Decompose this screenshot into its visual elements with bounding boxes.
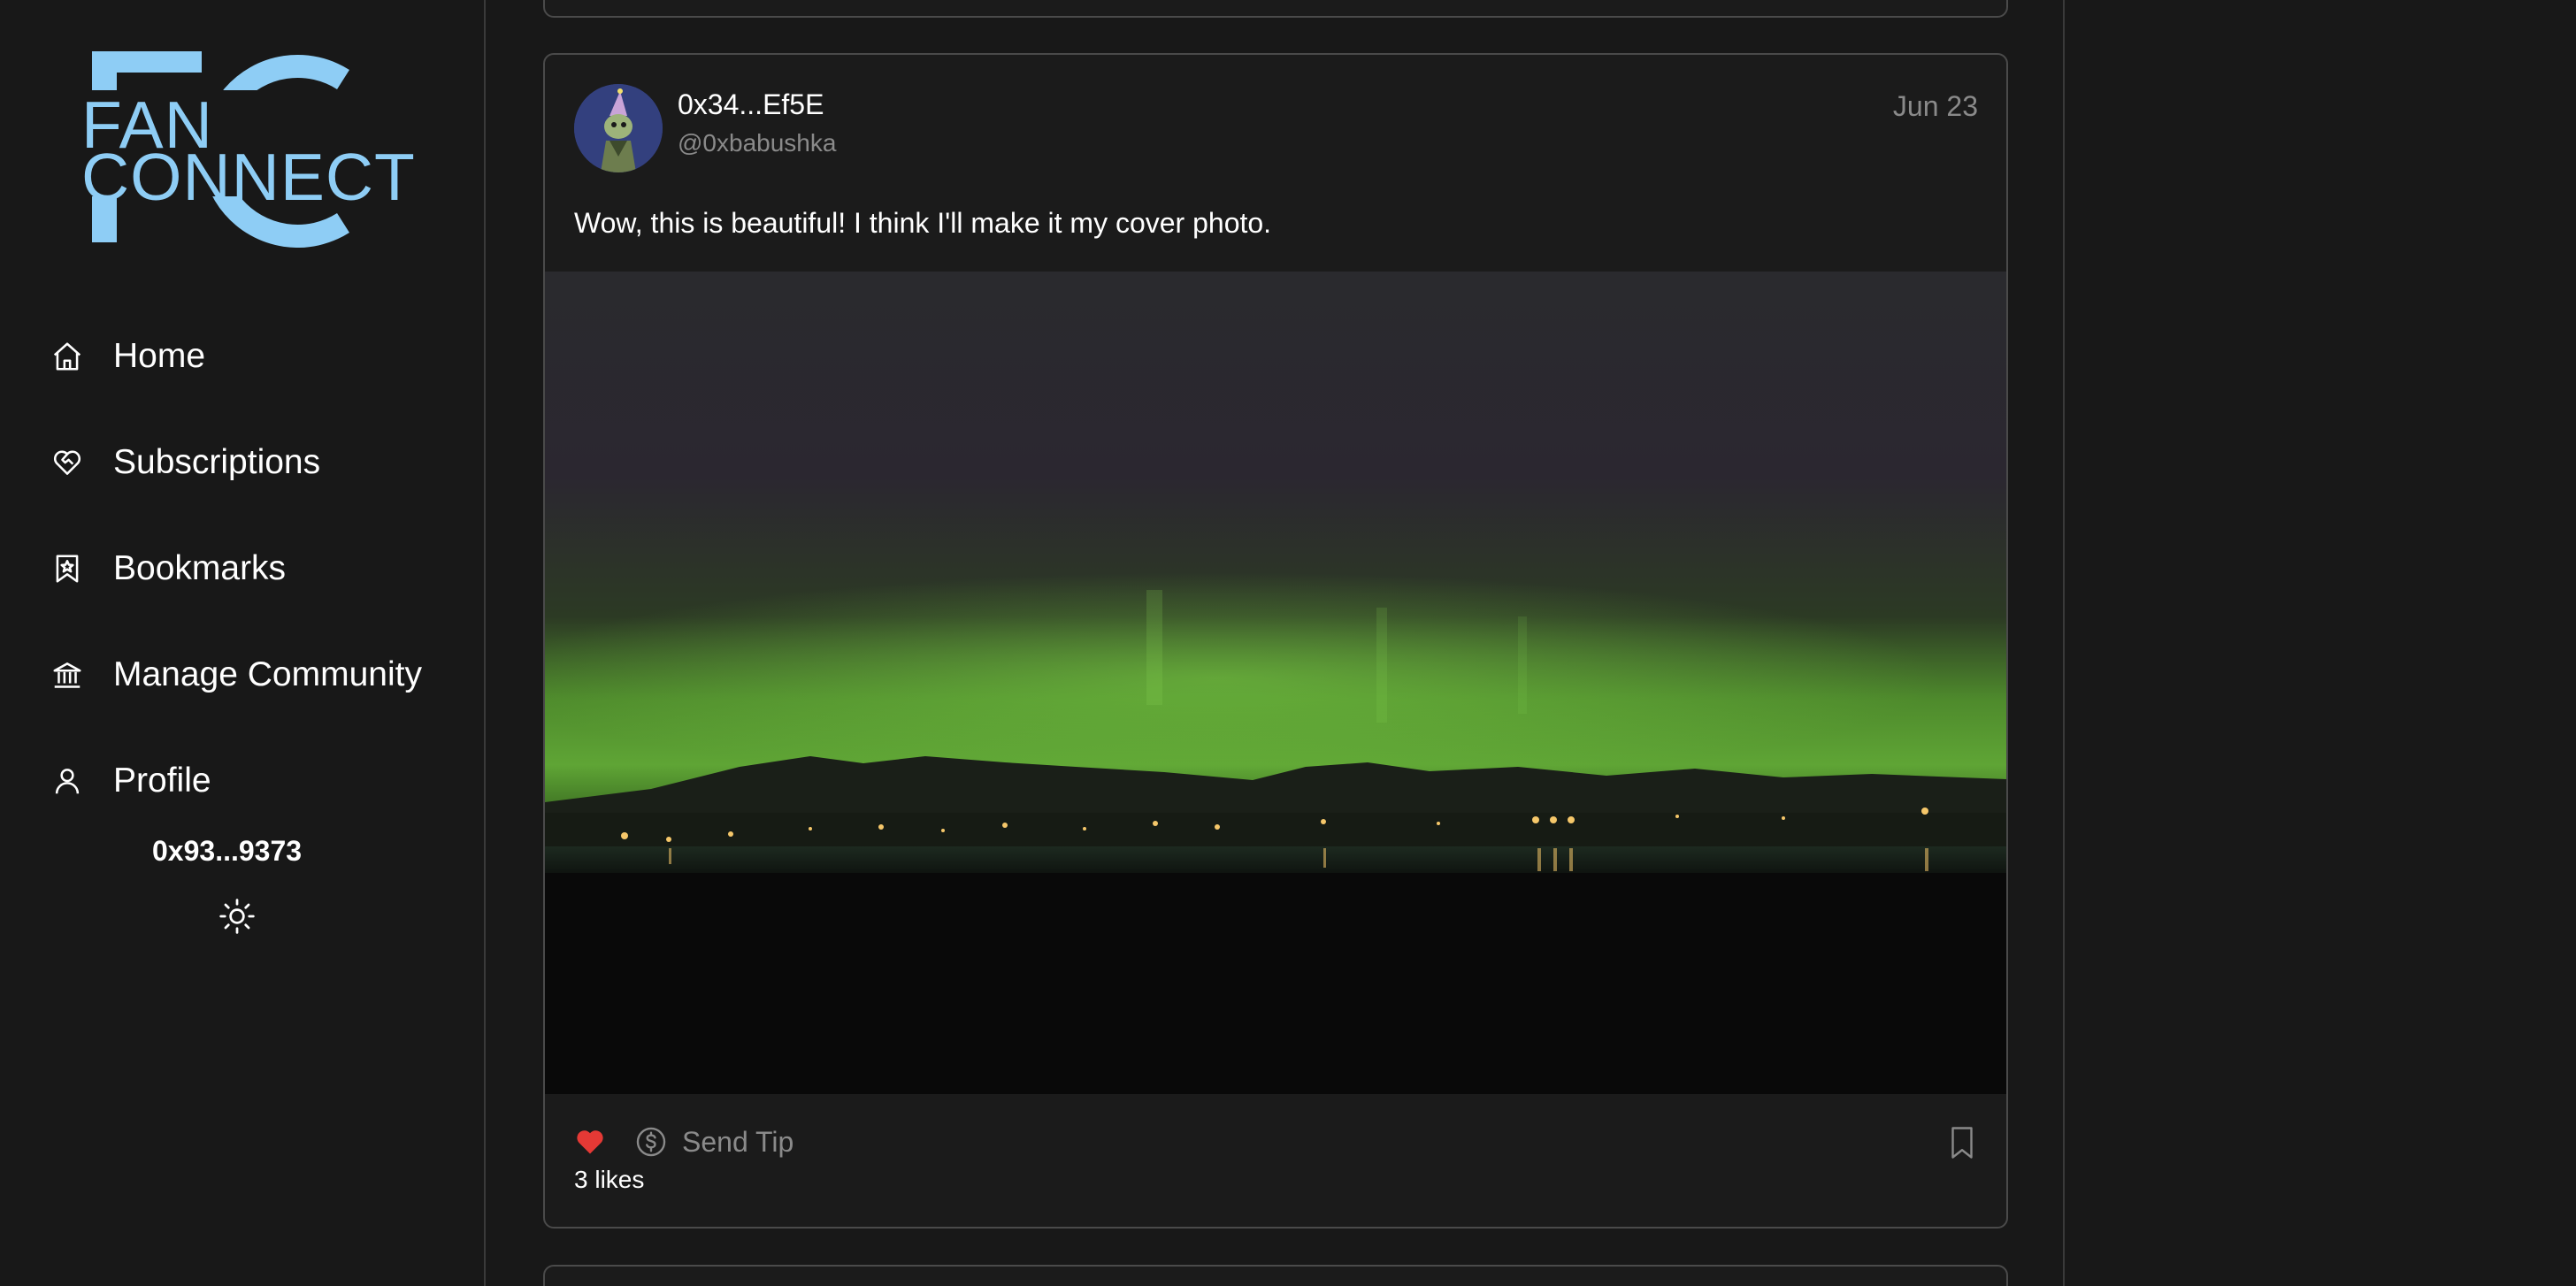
post-text: Wow, this is beautiful! I think I'll mak… (574, 207, 1272, 239)
sidebar-item-subscriptions[interactable]: Subscriptions (50, 434, 320, 491)
app-logo[interactable]: FAN CONNECT (78, 50, 415, 248)
send-tip-button[interactable]: Send Tip (634, 1125, 794, 1159)
post-author-handle[interactable]: @0xbabushka (678, 129, 836, 157)
sidebar-item-profile[interactable]: Profile (50, 753, 211, 809)
sidebar-item-label: Subscriptions (113, 443, 321, 481)
home-icon (50, 339, 85, 374)
like-heart-icon[interactable] (574, 1126, 606, 1158)
logo-text-connect: CONNECT (81, 140, 416, 214)
post-author-name[interactable]: 0x34...Ef5E (678, 88, 824, 121)
previous-post-card[interactable] (543, 0, 2008, 18)
next-post-card[interactable] (543, 1265, 2008, 1286)
sidebar-item-label: Bookmarks (113, 549, 287, 587)
bank-icon (50, 657, 85, 693)
post-actions: Send Tip (574, 1122, 794, 1161)
avatar-image (574, 84, 663, 172)
sidebar-item-label: Profile (113, 762, 211, 800)
send-tip-label: Send Tip (682, 1125, 794, 1158)
bookmark-star-icon (50, 551, 85, 586)
sidebar-item-label: Home (113, 337, 206, 375)
avatar[interactable] (574, 84, 663, 172)
likes-count: 3 likes (574, 1166, 645, 1193)
wallet-address[interactable]: 0x93...9373 (152, 835, 302, 868)
sidebar-item-manage-community[interactable]: Manage Community (50, 647, 422, 703)
sidebar-item-home[interactable]: Home (50, 328, 205, 385)
post-card: 0x34...Ef5E @0xbabushka Jun 23 Wow, this… (543, 53, 2008, 1229)
sidebar: FAN CONNECT Home Subscriptions Bookmarks… (0, 0, 486, 1286)
bookmark-icon[interactable] (1946, 1125, 1978, 1160)
sidebar-item-bookmarks[interactable]: Bookmarks (50, 540, 286, 597)
post-date: Jun 23 (1892, 90, 1978, 122)
right-column (2065, 0, 2576, 1286)
user-icon (50, 763, 85, 799)
sun-icon (219, 899, 255, 934)
heart-handshake-icon (50, 445, 85, 480)
sidebar-item-label: Manage Community (113, 655, 422, 693)
post-image[interactable] (545, 272, 2006, 1094)
dollar-circle-icon (636, 1127, 666, 1157)
theme-toggle-button[interactable] (218, 897, 257, 936)
